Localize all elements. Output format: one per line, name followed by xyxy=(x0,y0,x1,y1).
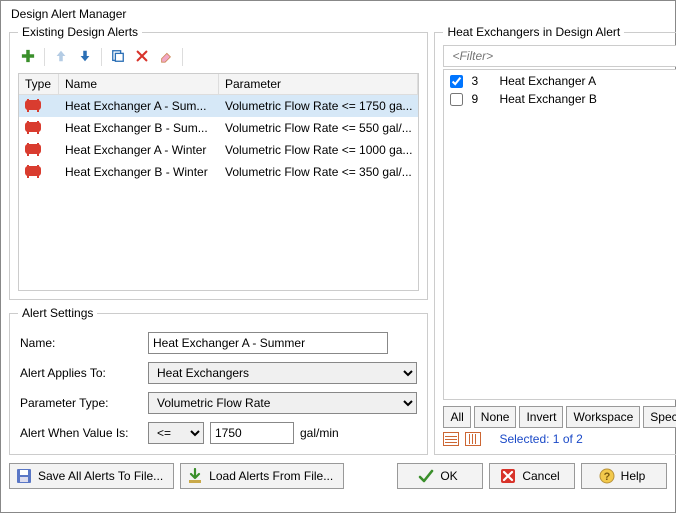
existing-alerts-group: Existing Design Alerts xyxy=(9,25,428,300)
alert-type-icon xyxy=(25,122,41,132)
alert-name-cell: Heat Exchanger A - Winter xyxy=(59,143,219,157)
select-special-button[interactable]: Special... xyxy=(643,406,676,428)
load-alerts-button[interactable]: Load Alerts From File... xyxy=(180,463,344,489)
col-name-header[interactable]: Name xyxy=(59,74,219,94)
save-alerts-label: Save All Alerts To File... xyxy=(38,469,163,483)
existing-alerts-legend: Existing Design Alerts xyxy=(18,25,142,39)
hx-name: Heat Exchanger A xyxy=(499,74,676,88)
list-item[interactable]: 3 Heat Exchanger A xyxy=(444,72,676,90)
copy-icon xyxy=(111,49,125,65)
hx-id: 9 xyxy=(471,92,491,106)
filter-input[interactable] xyxy=(450,48,676,64)
select-all-button[interactable]: All xyxy=(443,406,470,428)
help-label: Help xyxy=(621,469,646,483)
erase-button[interactable] xyxy=(156,47,176,67)
ok-label: OK xyxy=(440,469,457,483)
move-down-button[interactable] xyxy=(75,47,95,67)
col-type-header[interactable]: Type xyxy=(19,74,59,94)
selected-count-label: Selected: 1 of 2 xyxy=(499,432,582,446)
cancel-icon xyxy=(500,468,516,484)
paramtype-label: Parameter Type: xyxy=(20,396,140,410)
toolbar-separator xyxy=(101,48,102,66)
save-icon xyxy=(16,468,32,484)
alerts-toolbar xyxy=(18,45,419,73)
move-up-button[interactable] xyxy=(51,47,71,67)
paramtype-select[interactable]: Volumetric Flow Rate xyxy=(148,392,417,414)
save-alerts-button[interactable]: Save All Alerts To File... xyxy=(9,463,174,489)
alert-param-cell: Volumetric Flow Rate <= 1750 ga... xyxy=(219,99,418,113)
svg-text:?: ? xyxy=(603,471,610,483)
check-icon xyxy=(418,468,434,484)
applies-label: Alert Applies To: xyxy=(20,366,140,380)
delete-button[interactable] xyxy=(132,47,152,67)
window-title: Design Alert Manager xyxy=(1,1,675,25)
operator-select[interactable]: <= xyxy=(148,422,204,444)
alert-name-cell: Heat Exchanger A - Sum... xyxy=(59,99,219,113)
plus-icon xyxy=(21,49,35,65)
alert-param-cell: Volumetric Flow Rate <= 550 gal/... xyxy=(219,121,418,135)
when-label: Alert When Value Is: xyxy=(20,426,140,440)
value-input[interactable] xyxy=(210,422,294,444)
table-row[interactable]: Heat Exchanger B - Sum...Volumetric Flow… xyxy=(19,117,418,139)
name-label: Name: xyxy=(20,336,140,350)
ok-button[interactable]: OK xyxy=(397,463,483,489)
hx-in-alert-group: Heat Exchangers in Design Alert 🔍 3 Heat … xyxy=(434,25,676,455)
alert-settings-legend: Alert Settings xyxy=(18,306,97,320)
alert-name-cell: Heat Exchanger B - Winter xyxy=(59,165,219,179)
toolbar-separator xyxy=(44,48,45,66)
selection-status: Selected: 1 of 2 xyxy=(443,432,676,446)
hx-name: Heat Exchanger B xyxy=(499,92,676,106)
name-input[interactable] xyxy=(148,332,388,354)
alert-param-cell: Volumetric Flow Rate <= 1000 ga... xyxy=(219,143,418,157)
select-none-button[interactable]: None xyxy=(474,406,517,428)
cancel-label: Cancel xyxy=(522,469,559,483)
alerts-table: Type Name Parameter Heat Exchanger A - S… xyxy=(18,73,419,291)
arrow-down-icon xyxy=(78,49,92,65)
selection-buttons: All None Invert Workspace Special... xyxy=(443,406,676,428)
select-invert-button[interactable]: Invert xyxy=(519,406,563,428)
help-icon: ? xyxy=(599,468,615,484)
hx-list[interactable]: 3 Heat Exchanger A 9 Heat Exchanger B xyxy=(443,69,676,400)
cancel-button[interactable]: Cancel xyxy=(489,463,575,489)
arrow-up-icon xyxy=(54,49,68,65)
alert-type-icon xyxy=(25,144,41,154)
hx-id: 3 xyxy=(471,74,491,88)
select-workspace-button[interactable]: Workspace xyxy=(566,406,640,428)
x-icon xyxy=(135,49,149,65)
row-view-icon[interactable] xyxy=(443,432,459,446)
table-row[interactable]: Heat Exchanger B - WinterVolumetric Flow… xyxy=(19,161,418,183)
toolbar-separator xyxy=(182,48,183,66)
applies-select[interactable]: Heat Exchangers xyxy=(148,362,417,384)
help-button[interactable]: ? Help xyxy=(581,463,667,489)
table-row[interactable]: Heat Exchanger A - WinterVolumetric Flow… xyxy=(19,139,418,161)
alert-param-cell: Volumetric Flow Rate <= 350 gal/... xyxy=(219,165,418,179)
load-alerts-label: Load Alerts From File... xyxy=(209,469,333,483)
filter-box[interactable]: 🔍 xyxy=(443,45,676,67)
hx-checkbox[interactable] xyxy=(450,93,463,106)
table-row[interactable]: Heat Exchanger A - Sum...Volumetric Flow… xyxy=(19,95,418,117)
hx-checkbox[interactable] xyxy=(450,75,463,88)
dialog-buttons: Save All Alerts To File... Load Alerts F… xyxy=(1,455,675,497)
alert-name-cell: Heat Exchanger B - Sum... xyxy=(59,121,219,135)
hx-in-alert-legend: Heat Exchangers in Design Alert xyxy=(443,25,624,39)
eraser-icon xyxy=(159,49,173,65)
alert-type-icon xyxy=(25,100,41,110)
col-view-icon[interactable] xyxy=(465,432,481,446)
alert-settings-group: Alert Settings Name: Alert Applies To: H… xyxy=(9,306,428,455)
duplicate-button[interactable] xyxy=(108,47,128,67)
download-icon xyxy=(187,468,203,484)
add-alert-button[interactable] xyxy=(18,47,38,67)
unit-label: gal/min xyxy=(300,426,339,440)
alerts-table-header: Type Name Parameter xyxy=(19,74,418,95)
alert-type-icon xyxy=(25,166,41,176)
col-param-header[interactable]: Parameter xyxy=(219,74,418,94)
list-item[interactable]: 9 Heat Exchanger B xyxy=(444,90,676,108)
